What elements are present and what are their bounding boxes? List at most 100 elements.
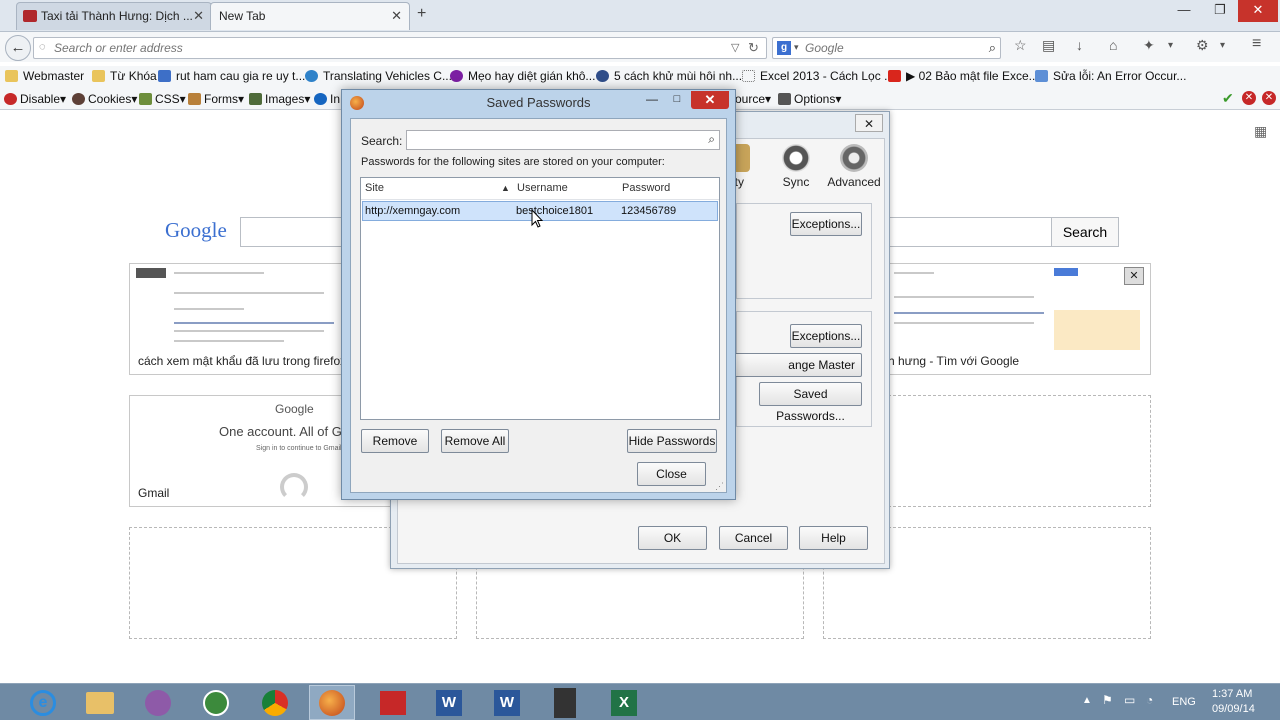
home-icon[interactable]: ⌂ — [1109, 37, 1117, 53]
bookmark-item[interactable]: Sửa lỗi: An Error Occur... — [1035, 69, 1186, 83]
close-icon[interactable]: ✕ — [691, 91, 729, 109]
hamburger-menu-icon[interactable]: ≡ — [1252, 35, 1261, 53]
exceptions-button[interactable]: Exceptions... — [790, 324, 862, 348]
tile-caption: Gmail — [138, 486, 170, 500]
bookmark-label: ▶ 02 Bảo mật file Exce... — [906, 69, 1039, 83]
network-icon[interactable]: ◔ — [1146, 693, 1153, 707]
new-tab-icon[interactable]: + — [417, 5, 426, 23]
column-site[interactable]: Site — [365, 182, 384, 194]
bookmark-item[interactable]: Mẹo hay diệt gián khô... — [450, 69, 595, 83]
tile-subtext: Sign in to continue to Gmail — [256, 445, 342, 452]
column-password[interactable]: Password — [622, 182, 670, 194]
password-search-field[interactable]: ⌕ — [406, 130, 720, 150]
help-button[interactable]: Help — [799, 526, 868, 550]
address-bar[interactable]: ◌ ▽ ↻ — [33, 37, 767, 59]
ok-button[interactable]: OK — [638, 526, 707, 550]
change-master-password-button[interactable]: ange Master Password... — [731, 353, 862, 394]
addon-icon[interactable]: ✦ — [1143, 37, 1155, 54]
maximize-icon[interactable]: □ — [667, 90, 687, 110]
tab-new-tab[interactable]: New Tab ✕ — [210, 2, 410, 30]
close-icon[interactable]: ✕ — [855, 114, 883, 132]
view-source-menu[interactable]: ource▾ — [735, 92, 771, 106]
app-icon[interactable] — [203, 690, 229, 716]
menu-label: Cookies▾ — [88, 92, 138, 106]
reload-icon[interactable]: ↻ — [748, 40, 759, 56]
clock-time[interactable]: 1:37 AM — [1212, 688, 1252, 700]
excel-icon[interactable]: X — [611, 690, 637, 716]
tab-sync[interactable]: Sync — [764, 139, 828, 195]
tab-taxi[interactable]: Taxi tải Thành Hưng: Dịch ... ✕ — [16, 2, 212, 30]
bookmark-item[interactable]: Từ Khóa — [92, 69, 157, 83]
window-close-icon[interactable]: ✕ — [1238, 0, 1278, 22]
search-icon[interactable]: ⌕ — [989, 40, 996, 56]
app-icon[interactable] — [554, 688, 576, 718]
site-favicon-icon — [305, 70, 318, 82]
css-menu[interactable]: CSS▾ — [139, 92, 186, 106]
word-icon[interactable]: W — [494, 690, 520, 716]
chrome-icon[interactable] — [262, 690, 288, 716]
restore-icon[interactable]: ❐ — [1202, 0, 1238, 22]
download-icon[interactable]: ↓ — [1076, 37, 1083, 53]
close-icon[interactable]: ✕ — [193, 3, 204, 29]
bookmarks-menu-icon[interactable]: ▤ — [1042, 37, 1055, 54]
back-arrow-icon[interactable]: ← — [5, 35, 31, 61]
tab-advanced[interactable]: Advanced — [822, 139, 886, 195]
clock-date[interactable]: 09/09/14 — [1212, 703, 1255, 715]
bookmark-star-icon[interactable]: ☆ — [1014, 37, 1027, 54]
info-text: Passwords for the following sites are st… — [361, 156, 665, 168]
close-button[interactable]: Close — [637, 462, 706, 486]
language-indicator[interactable]: ENG — [1172, 696, 1196, 708]
password-search-input[interactable] — [407, 131, 687, 149]
minimize-icon[interactable]: — — [1166, 0, 1202, 22]
remove-button[interactable]: Remove — [361, 429, 429, 453]
address-input[interactable] — [54, 41, 714, 55]
error-icon[interactable]: ✕ — [1242, 91, 1256, 105]
bookmark-label: Webmaster — [23, 69, 85, 83]
taskbar-active-item[interactable] — [309, 685, 355, 720]
close-icon[interactable]: ✕ — [1124, 267, 1144, 285]
close-icon[interactable]: ✕ — [391, 3, 402, 29]
app-icon[interactable] — [145, 690, 171, 716]
options-menu[interactable]: Options▾ — [778, 92, 841, 106]
resize-grip-icon[interactable]: ⋰ — [715, 481, 724, 492]
forms-menu[interactable]: Forms▾ — [188, 92, 244, 106]
images-menu[interactable]: Images▾ — [249, 92, 310, 106]
bookmark-item[interactable]: Excel 2013 - Cách Lọc ... — [742, 69, 894, 83]
search-bar[interactable]: g ▾ ⌕ — [772, 37, 1001, 59]
bookmark-item[interactable]: rut ham cau gia re uy t... — [158, 69, 305, 83]
chevron-down-icon[interactable]: ▾ — [1220, 40, 1225, 51]
word-icon[interactable]: W — [436, 690, 462, 716]
error-icon[interactable]: ✕ — [1262, 91, 1276, 105]
hide-passwords-button[interactable]: Hide Passwords — [627, 429, 717, 453]
cookies-menu[interactable]: Cookies▾ — [72, 92, 137, 106]
google-search-button[interactable]: Search — [1051, 217, 1119, 247]
cancel-button[interactable]: Cancel — [719, 526, 788, 550]
information-menu[interactable]: In — [314, 92, 340, 106]
thumbnail-line — [174, 340, 284, 342]
bookmark-item[interactable]: ▶ 02 Bảo mật file Exce... — [888, 69, 1039, 83]
chevron-down-icon[interactable]: ▾ — [1168, 40, 1173, 51]
chevron-down-icon[interactable]: ▾ — [794, 42, 799, 53]
bookmark-item[interactable]: Webmaster — [5, 69, 84, 83]
disable-menu[interactable]: Disable▾ — [4, 92, 66, 106]
thumbnail-line — [174, 308, 244, 310]
file-explorer-icon[interactable] — [86, 692, 114, 714]
remove-all-button[interactable]: Remove All — [441, 429, 509, 453]
minimize-icon[interactable]: — — [642, 90, 662, 110]
checkmark-icon[interactable]: ✔ — [1222, 90, 1234, 107]
exceptions-button[interactable]: Exceptions... — [790, 212, 862, 236]
saved-passwords-button[interactable]: Saved Passwords... — [759, 382, 862, 423]
battery-icon[interactable]: ▭ — [1124, 693, 1135, 707]
gear-icon[interactable]: ⚙ — [1196, 37, 1209, 54]
google-engine-icon[interactable]: g — [777, 41, 791, 55]
dropdown-arrow-icon[interactable]: ▽ — [731, 41, 739, 54]
bookmark-item[interactable]: 5 cách khử mùi hôi nh... — [596, 69, 742, 83]
internet-explorer-icon[interactable]: e — [30, 690, 56, 716]
bookmark-item[interactable]: Translating Vehicles C... — [305, 69, 452, 83]
column-username[interactable]: Username — [517, 182, 568, 194]
search-input[interactable] — [805, 41, 975, 55]
app-icon[interactable] — [380, 691, 406, 715]
flag-icon[interactable]: ⚑ — [1102, 693, 1113, 707]
grid-icon[interactable]: ▦ — [1254, 123, 1267, 140]
tray-expand-icon[interactable]: ▲ — [1082, 695, 1092, 706]
